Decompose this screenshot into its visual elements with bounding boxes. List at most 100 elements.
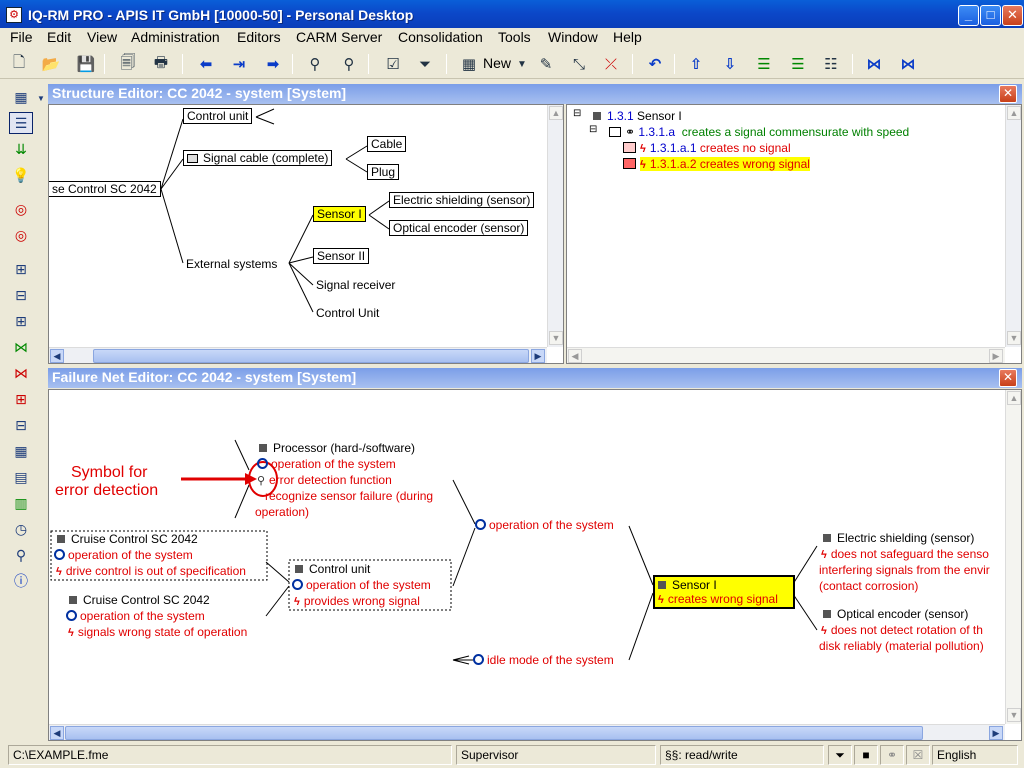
tree-node-signal-cable[interactable]: Signal cable (complete) <box>183 150 333 166</box>
checklist-icon[interactable]: ☑ <box>382 53 404 75</box>
operation-of-system-function[interactable]: operation of the system <box>475 518 614 532</box>
open-folder-icon[interactable]: 📂 <box>40 53 62 75</box>
electric-shielding-node[interactable]: Electric shielding (sensor) <box>823 531 974 545</box>
structure-list-icon[interactable]: ⊟ <box>9 414 33 436</box>
menu-window[interactable]: Window <box>548 29 598 45</box>
analysis-icon[interactable]: ⊞ <box>9 388 33 410</box>
menu-editors[interactable]: Editors <box>237 29 281 45</box>
cruise-control-node-1[interactable]: Cruise Control SC 2042 <box>57 532 198 546</box>
target-icon[interactable]: ◎ <box>9 198 33 220</box>
menu-administration[interactable]: Administration <box>131 29 220 45</box>
binoculars-icon[interactable]: ⚲ <box>9 544 33 566</box>
cancel-status-icon[interactable]: ☒ <box>906 745 930 765</box>
print-icon[interactable]: 🖶 <box>150 53 172 75</box>
tree-node-external-systems[interactable]: External systems <box>186 257 277 271</box>
find-next-icon[interactable]: ⚲ <box>338 53 360 75</box>
pen-icon[interactable]: ✎ <box>535 53 557 75</box>
failure-net-red-icon[interactable]: ⋈ <box>9 362 33 384</box>
maximize-button[interactable]: □ <box>980 5 1001 26</box>
structure-editor-close-button[interactable]: ✕ <box>999 85 1017 103</box>
clock-icon[interactable]: ◷ <box>9 518 33 540</box>
insert-above-icon[interactable]: ☰ <box>753 53 775 75</box>
collapse-toggle-icon[interactable]: ⊟ <box>589 124 597 135</box>
tree-node-plug[interactable]: Plug <box>367 164 400 180</box>
menu-help[interactable]: Help <box>613 29 642 45</box>
menu-consolidation[interactable]: Consolidation <box>398 29 483 45</box>
hierarchy-list-icon[interactable]: ⊟ <box>9 284 33 306</box>
structure-vertical-scrollbar[interactable]: ▲ ▼ <box>547 105 563 347</box>
chevron-down-icon[interactable]: ▼ <box>36 87 46 109</box>
tree-node-cable[interactable]: Cable <box>367 136 407 152</box>
back-arrow-icon[interactable]: ⬅ <box>195 53 217 75</box>
function-tree-item-2[interactable]: ⚭ 1.3.1.a creates a signal commensurate … <box>609 125 909 139</box>
target-settings-icon[interactable]: ◎ <box>9 224 33 246</box>
failure-net-vertical-scrollbar[interactable]: ▲ ▼ <box>1005 390 1021 724</box>
processor-node[interactable]: Processor (hard-/software) <box>259 441 415 455</box>
tree-node-sensor-2[interactable]: Sensor II <box>313 248 370 264</box>
tree-node-control-unit[interactable]: Control unit <box>183 108 253 124</box>
disconnect-icon[interactable]: ⤫ <box>600 53 622 75</box>
new-button[interactable]: New <box>483 55 511 71</box>
optical-encoder-node[interactable]: Optical encoder (sensor) <box>823 607 968 621</box>
new-file-icon[interactable]: 🗋 <box>8 53 30 75</box>
print-preview-icon[interactable]: 🗐 <box>117 53 139 75</box>
processor-function[interactable]: operation of the system <box>257 457 396 471</box>
function-tree-item-3[interactable]: ϟ 1.3.1.a.1 creates no signal <box>623 141 791 155</box>
table-icon[interactable]: ▦ <box>9 440 33 462</box>
structure-editor-icon[interactable]: ☰ <box>9 112 33 134</box>
chevron-down-icon[interactable]: ▼ <box>511 53 533 75</box>
import-icon[interactable]: ⇊ <box>9 138 33 160</box>
failure-net-editor-close-button[interactable]: ✕ <box>999 369 1017 387</box>
tree-node-root[interactable]: se Control SC 2042 <box>49 181 161 197</box>
filter-icon[interactable]: ⏷ <box>414 53 436 75</box>
move-down-icon[interactable]: ⇩ <box>719 53 741 75</box>
tree-node-optical-encoder[interactable]: Optical encoder (sensor) <box>389 220 529 236</box>
chart-icon[interactable]: ▥ <box>9 492 33 514</box>
document-list-icon[interactable]: ▤ <box>9 466 33 488</box>
failure-net-horizontal-scrollbar[interactable]: ◀ ▶ <box>49 724 1005 740</box>
save-icon[interactable]: 💾 <box>75 53 97 75</box>
tree-node-signal-receiver[interactable]: Signal receiver <box>316 278 395 292</box>
failure-net-green-icon[interactable]: ⋈ <box>9 336 33 358</box>
cruise-control-2-function[interactable]: operation of the system <box>66 609 205 623</box>
insert-level-icon[interactable]: ☷ <box>820 53 842 75</box>
link-status-icon[interactable]: ⚭ <box>880 745 904 765</box>
processor-detection-function[interactable]: ⚲ error detection function <box>257 473 392 487</box>
optical-encoder-failure[interactable]: ϟ does not detect rotation of th <box>821 623 983 637</box>
tree-node-electric-shielding[interactable]: Electric shielding (sensor) <box>389 192 535 208</box>
menu-view[interactable]: View <box>87 29 117 45</box>
net-expand-icon[interactable]: ⋈ <box>863 53 885 75</box>
menu-tools[interactable]: Tools <box>498 29 531 45</box>
structure-horizontal-scrollbar[interactable]: ◀ ▶ <box>49 347 547 363</box>
function-tree-vertical-scrollbar[interactable]: ▲ ▼ <box>1005 105 1021 347</box>
hierarchy-icon[interactable]: ⊞ <box>9 258 33 280</box>
function-tree-horizontal-scrollbar[interactable]: ◀ ▶ <box>567 347 1005 363</box>
tree-icon[interactable]: ⊞ <box>9 310 33 332</box>
electric-shielding-failure[interactable]: ϟ does not safeguard the senso <box>821 547 989 561</box>
lightbulb-icon[interactable]: 💡 <box>9 164 33 186</box>
cruise-control-1-failure[interactable]: ϟ drive control is out of specification <box>56 564 246 578</box>
control-unit-node[interactable]: Control unit <box>295 562 370 576</box>
grid-view-icon[interactable]: ▦ <box>9 86 33 108</box>
menu-file[interactable]: File <box>10 29 33 45</box>
forward-arrow-icon[interactable]: ➡ <box>262 53 284 75</box>
move-up-icon[interactable]: ⇧ <box>685 53 707 75</box>
undo-icon[interactable]: ↶ <box>644 53 666 75</box>
insert-below-icon[interactable]: ☰ <box>787 53 809 75</box>
sensor-1-node[interactable]: Sensor I ϟ creates wrong signal <box>653 575 795 609</box>
cruise-control-2-failure[interactable]: ϟ signals wrong state of operation <box>68 625 247 639</box>
find-binoculars-icon[interactable]: ⚲ <box>304 53 326 75</box>
connect-icon[interactable]: ⤡ <box>568 53 590 75</box>
function-tree-item-4[interactable]: ϟ 1.3.1.a.2 creates wrong signal <box>623 157 810 171</box>
cruise-control-1-function[interactable]: operation of the system <box>54 548 193 562</box>
net-collapse-icon[interactable]: ⋈ <box>897 53 919 75</box>
close-button[interactable]: ✕ <box>1002 5 1023 26</box>
cruise-control-node-2[interactable]: Cruise Control SC 2042 <box>69 593 210 607</box>
tree-node-sensor-1[interactable]: Sensor I <box>313 206 366 222</box>
menu-edit[interactable]: Edit <box>47 29 71 45</box>
filter-status-icon[interactable]: ⏷ <box>828 745 852 765</box>
new-element-icon[interactable]: ▦ <box>458 53 480 75</box>
control-unit-failure[interactable]: ϟ provides wrong signal <box>294 594 420 608</box>
function-tree-item-1[interactable]: 1.3.1 Sensor I <box>593 109 682 123</box>
status-language[interactable]: English <box>932 745 1018 765</box>
